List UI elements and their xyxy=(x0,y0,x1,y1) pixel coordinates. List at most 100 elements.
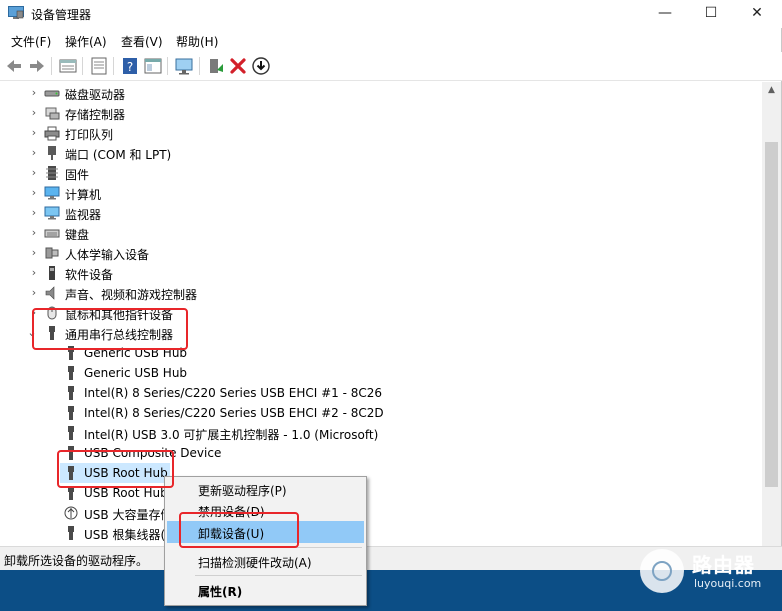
details-view-icon[interactable] xyxy=(143,56,163,76)
tree-category[interactable]: › 计算机 xyxy=(0,183,762,203)
expand-icon[interactable]: › xyxy=(28,106,40,120)
annotation-highlight-usb-category xyxy=(32,308,188,350)
tree-category[interactable]: › 打印队列 xyxy=(0,123,762,143)
maximize-icon: ☐ xyxy=(704,5,718,21)
tree-label: Intel(R) USB 3.0 可扩展主机控制器 - 1.0 (Microso… xyxy=(84,428,379,442)
tree-label: 固件 xyxy=(65,168,90,182)
tree-category[interactable]: › 磁盘驱动器 xyxy=(0,83,762,103)
tree-label: 键盘 xyxy=(65,228,90,242)
help-icon[interactable]: ? xyxy=(120,56,140,76)
expand-icon[interactable]: › xyxy=(28,186,40,200)
expand-icon[interactable]: › xyxy=(28,206,40,220)
tree-category[interactable]: › 软件设备 xyxy=(0,263,762,283)
minimize-icon: — xyxy=(658,5,672,21)
tree-label: Intel(R) 8 Series/C220 Series USB EHCI #… xyxy=(84,406,384,420)
scroll-thumb[interactable] xyxy=(765,142,778,487)
expand-icon[interactable]: › xyxy=(28,226,40,240)
usb-icon xyxy=(68,366,74,380)
expand-icon[interactable]: › xyxy=(28,126,40,140)
tree-label: 磁盘驱动器 xyxy=(65,88,126,102)
tree-category[interactable]: › 监视器 xyxy=(0,203,762,223)
sound-icon xyxy=(45,286,55,300)
tree-category[interactable]: › 端口 (COM 和 LPT) xyxy=(0,143,762,163)
tree-category[interactable]: › 键盘 xyxy=(0,223,762,243)
menu-properties-label: 属性(R) xyxy=(198,585,243,599)
tree-device[interactable]: USB 大容量存储 xyxy=(0,503,762,523)
tree-device[interactable]: Intel(R) 8 Series/C220 Series USB EHCI #… xyxy=(0,383,762,403)
toolbar-separator xyxy=(199,57,200,75)
minimize-button[interactable]: — xyxy=(642,0,688,28)
tree-category[interactable]: › 人体学输入设备 xyxy=(0,243,762,263)
usb-icon xyxy=(68,386,74,400)
properties-view-icon[interactable] xyxy=(58,56,78,76)
expand-icon[interactable]: › xyxy=(28,266,40,280)
forward-icon[interactable] xyxy=(27,56,47,76)
firmware-icon xyxy=(46,166,58,180)
computer-icon xyxy=(44,186,60,200)
close-button[interactable]: ✕ xyxy=(734,0,780,28)
toolbar-separator xyxy=(82,57,83,75)
tree-category[interactable]: › 声音、视频和游戏控制器 xyxy=(0,283,762,303)
status-text: 卸载所选设备的驱动程序。 xyxy=(4,554,149,568)
expand-icon[interactable]: › xyxy=(28,166,40,180)
printer-icon xyxy=(44,126,60,141)
monitor-icon xyxy=(44,206,60,220)
menu-scan-hardware-label: 扫描检测硬件改动(A) xyxy=(198,556,312,570)
tree-label: 计算机 xyxy=(65,188,102,202)
expand-icon[interactable]: › xyxy=(28,286,40,300)
expand-icon[interactable]: › xyxy=(28,146,40,160)
svg-text:?: ? xyxy=(127,60,133,74)
tree-label: Intel(R) 8 Series/C220 Series USB EHCI #… xyxy=(84,386,383,400)
port-icon xyxy=(48,146,56,160)
scroll-up-icon[interactable]: ▲ xyxy=(762,82,781,99)
usb-icon xyxy=(68,406,74,420)
usb-storage-icon xyxy=(64,506,78,520)
tree-label: 存储控制器 xyxy=(65,108,126,122)
menu-update-driver-label: 更新驱动程序(P) xyxy=(198,484,287,498)
uninstall-icon[interactable] xyxy=(228,56,248,76)
monitor-icon[interactable] xyxy=(174,56,194,76)
menu-update-driver[interactable]: 更新驱动程序(P) xyxy=(167,478,364,500)
software-device-icon xyxy=(49,266,55,280)
menu-action[interactable]: 操作(A) xyxy=(65,33,107,50)
toolbar-separator xyxy=(167,57,168,75)
back-icon[interactable] xyxy=(4,56,24,76)
hid-icon xyxy=(45,247,59,259)
watermark-title: 路由器 xyxy=(692,553,755,577)
list-view-icon[interactable] xyxy=(89,56,109,76)
tree-label: USB Root Hub xyxy=(84,486,168,500)
close-icon: ✕ xyxy=(751,5,763,21)
disk-icon xyxy=(44,90,60,97)
device-manager-icon xyxy=(8,6,24,19)
usb-icon xyxy=(68,426,74,440)
tree-label: 声音、视频和游戏控制器 xyxy=(65,288,198,302)
menu-separator xyxy=(195,575,362,576)
tree-category[interactable]: › 存储控制器 xyxy=(0,103,762,123)
update-driver-icon[interactable] xyxy=(205,56,225,76)
annotation-highlight-uninstall xyxy=(179,512,299,548)
tree-label: USB 大容量存储 xyxy=(84,508,173,522)
menu-view[interactable]: 查看(V) xyxy=(121,33,163,50)
menu-scan-hardware[interactable]: 扫描检测硬件改动(A) xyxy=(167,550,364,572)
vertical-scrollbar[interactable]: ▲ xyxy=(762,82,781,546)
window-title: 设备管理器 xyxy=(31,8,92,22)
tree-category[interactable]: › 固件 xyxy=(0,163,762,183)
tree-label: 监视器 xyxy=(65,208,102,222)
tree-label: 软件设备 xyxy=(65,268,114,282)
tree-device[interactable]: Intel(R) 8 Series/C220 Series USB EHCI #… xyxy=(0,403,762,423)
tree-device[interactable]: USB 根集线器( xyxy=(0,523,762,543)
maximize-button[interactable]: ☐ xyxy=(688,0,734,28)
menu-help[interactable]: 帮助(H) xyxy=(176,33,218,50)
menu-file[interactable]: 文件(F) xyxy=(11,33,51,50)
tree-label: USB 根集线器( xyxy=(84,528,166,542)
watermark: 路由器 luyouqi.com xyxy=(638,547,778,597)
menu-properties[interactable]: 属性(R) xyxy=(167,579,364,601)
tree-label: 人体学输入设备 xyxy=(65,248,150,262)
keyboard-icon xyxy=(44,229,60,238)
usb-icon xyxy=(68,526,74,540)
expand-icon[interactable]: › xyxy=(28,86,40,100)
tree-device[interactable]: Generic USB Hub xyxy=(0,363,762,383)
tree-device[interactable]: Intel(R) USB 3.0 可扩展主机控制器 - 1.0 (Microso… xyxy=(0,423,762,443)
expand-icon[interactable]: › xyxy=(28,246,40,260)
download-icon[interactable] xyxy=(251,56,271,76)
